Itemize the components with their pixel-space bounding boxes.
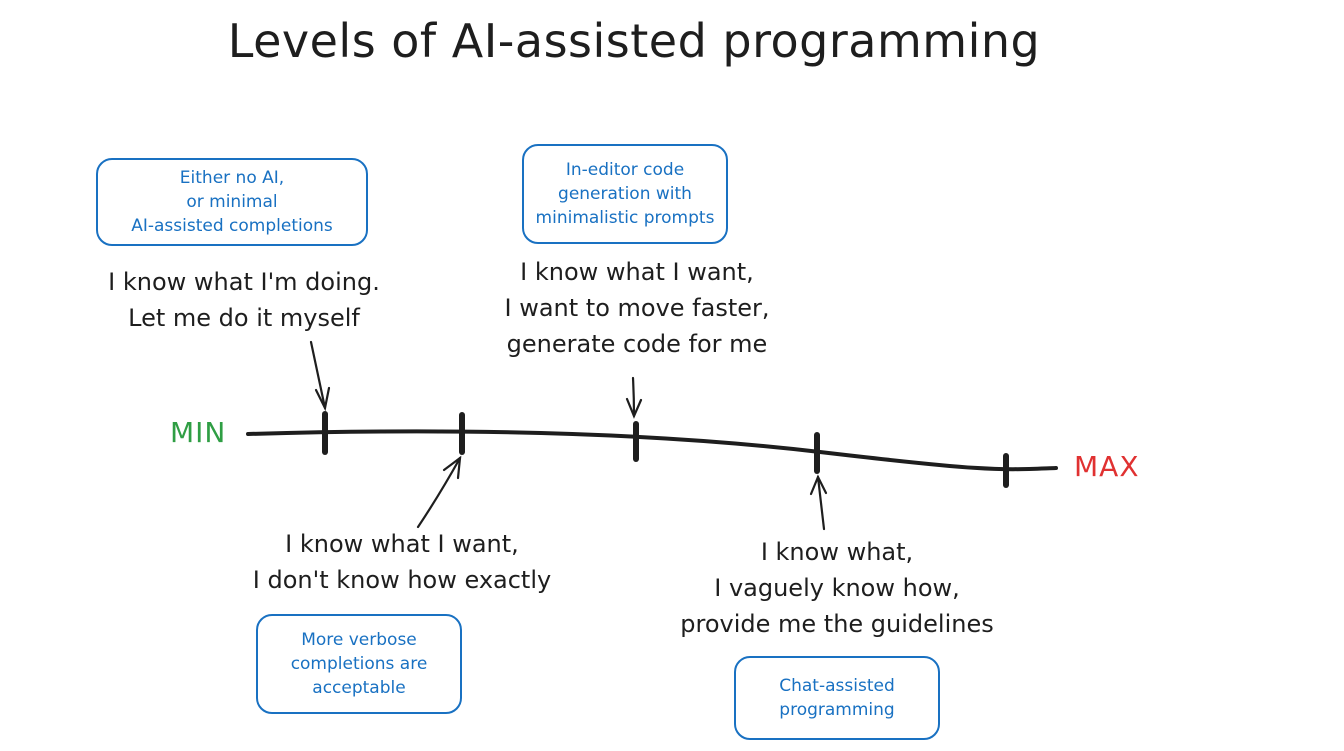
arrow-level-3 [625, 376, 643, 419]
level-1-caption-line-2: Let me do it myself [128, 304, 360, 332]
level-2-caption-line-2: I don't know how exactly [252, 566, 552, 594]
level-1-box-line-3: AI-assisted completions [131, 216, 333, 236]
level-1-caption: I know what I'm doing. Let me do it myse… [64, 264, 424, 336]
level-3-box-line-3: minimalistic prompts [535, 208, 715, 228]
level-2-box: More verbose completions are acceptable [256, 614, 462, 714]
level-4-caption-line-2: I vaguely know how, [714, 574, 960, 602]
level-3-box-line-1: In-editor code [565, 160, 685, 180]
level-2-box-line-1: More verbose [301, 630, 417, 650]
level-2-box-line-3: acceptable [312, 678, 406, 698]
level-4-caption: I know what, I vaguely know how, provide… [642, 534, 1032, 642]
level-2-caption-line-1: I know what I want, [285, 530, 519, 558]
level-1-box: Either no AI, or minimal AI-assisted com… [96, 158, 368, 246]
level-4-box-line-1: Chat-assisted [779, 676, 895, 696]
max-label: MAX [1074, 450, 1140, 483]
level-4-caption-line-3: provide me the guidelines [680, 610, 994, 638]
level-3-caption: I know what I want, I want to move faste… [452, 254, 822, 362]
level-3-caption-line-3: generate code for me [506, 330, 768, 358]
level-4-box: Chat-assisted programming [734, 656, 940, 740]
scale-line [246, 429, 1058, 472]
level-3-caption-line-1: I know what I want, [520, 258, 754, 286]
level-4-box-line-2: programming [779, 700, 895, 720]
level-1-box-line-1: Either no AI, [179, 168, 285, 188]
min-label: MIN [170, 416, 227, 449]
level-4-caption-line-1: I know what, [760, 538, 914, 566]
arrow-level-2 [416, 455, 462, 529]
arrow-level-4 [809, 474, 828, 531]
arrow-level-1 [309, 340, 331, 412]
level-3-box-line-2: generation with [558, 184, 692, 204]
level-3-caption-line-2: I want to move faster, [504, 294, 770, 322]
level-2-box-line-2: completions are [290, 654, 428, 674]
level-1-box-line-2: or minimal [186, 192, 278, 212]
level-1-caption-line-1: I know what I'm doing. [108, 268, 380, 296]
level-2-caption: I know what I want, I don't know how exa… [212, 526, 592, 598]
level-3-box: In-editor code generation with minimalis… [522, 144, 728, 244]
